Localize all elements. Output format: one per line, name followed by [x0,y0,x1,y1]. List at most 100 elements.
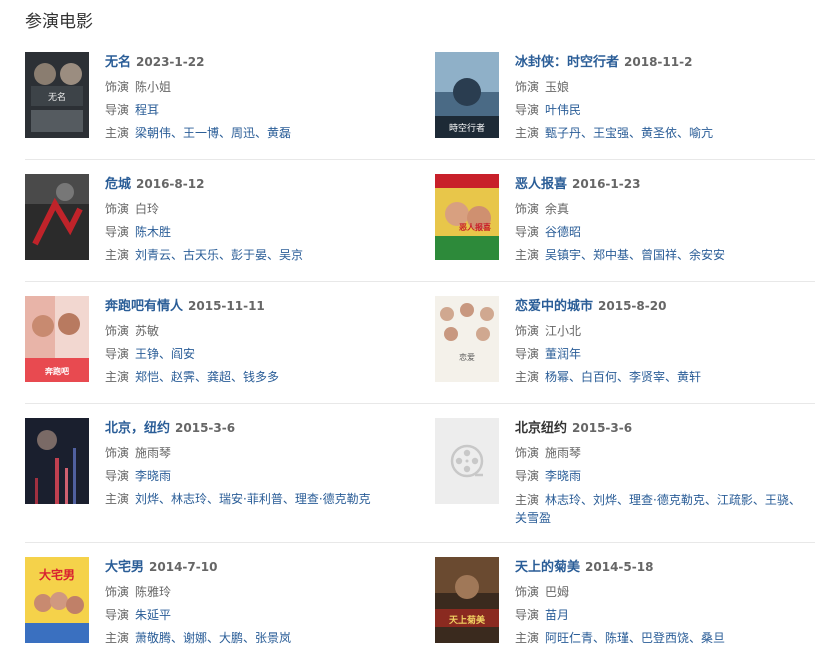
movie-poster[interactable]: 恋爱 [435,296,499,382]
movie-card: 恋爱 恋爱中的城市 2015-8-20 饰演 江小北 导演 董润年 主演 杨幂、白百何、… [435,282,815,403]
director-label: 导演 [515,103,540,117]
movie-date: 2014-5-18 [585,560,654,574]
cast-links[interactable]: 甄子丹、王宝强、黄圣依、喻亢 [545,126,713,140]
movie-row: 无名 无名 2023-1-22 饰演 陈小姐 导演 程耳 主演 梁朝伟、王一博、周迅、黄… [25,50,815,160]
role-value: 苏敏 [135,324,160,338]
movie-row: 北京，纽约 2015-3-6 饰演 施雨琴 导演 李晓雨 主演 刘烨、林志玲、瑞安·菲利… [25,404,815,543]
cast-label: 主演 [515,126,540,140]
movie-date: 2018-11-2 [624,55,693,69]
role-value: 巴姆 [545,585,570,599]
role-label: 饰演 [105,80,130,94]
svg-text:恋爱: 恋爱 [459,352,475,362]
director-label: 导演 [515,608,540,622]
movie-card: 天上菊美 天上的菊美 2014-5-18 饰演 巴姆 导演 苗月 主演 阿旺仁青、陈瑾、… [435,543,815,645]
cast-links[interactable]: 梁朝伟、王一博、周迅、黄磊 [135,126,291,140]
movie-poster[interactable] [435,418,499,504]
movie-row: 奔跑吧 奔跑吧有情人 2015-11-11 饰演 苏敏 导演 王铮、阎安 主演 郑恺、赵… [25,282,815,404]
director-link[interactable]: 王铮、阎安 [135,347,195,361]
role-value: 江小北 [545,324,582,338]
cast-links[interactable]: 阿旺仁青、陈瑾、巴登西饶、桑旦 [545,631,725,645]
movie-card: 奔跑吧 奔跑吧有情人 2015-11-11 饰演 苏敏 导演 王铮、阎安 主演 郑恺、赵… [25,282,435,403]
movie-title-link[interactable]: 北京，纽约 [105,421,170,436]
svg-text:奔跑吧: 奔跑吧 [44,366,69,376]
director-link[interactable]: 程耳 [135,103,159,117]
svg-text:无名: 无名 [48,91,66,103]
cast-label: 主演 [515,248,540,262]
movie-card: 時空行者 冰封侠：时空行者 2018-11-2 饰演 玉娘 导演 叶伟民 主演 甄子丹、… [435,50,815,159]
movie-row: 大宅男 大宅男 2014-7-10 饰演 陈雅玲 导演 朱延平 主演 萧敬腾、谢娜、大鹏… [25,543,815,645]
movie-poster[interactable]: 奔跑吧 [25,296,89,382]
cast-links[interactable]: 杨幂、白百何、李贤宰、黄轩 [545,370,701,384]
movie-date: 2016-1-23 [572,177,641,191]
svg-text:恶人报喜: 恶人报喜 [459,222,491,232]
cast-links[interactable]: 刘青云、古天乐、彭于晏、吴京 [135,248,303,262]
cast-links[interactable]: 吴镇宇、郑中基、曾国祥、余安安 [545,248,725,262]
movie-date: 2023-1-22 [136,55,205,69]
director-link[interactable]: 董润年 [545,347,581,361]
role-label: 饰演 [105,202,130,216]
cast-label: 主演 [105,631,130,645]
movie-grid: 无名 无名 2023-1-22 饰演 陈小姐 导演 程耳 主演 梁朝伟、王一博、周迅、黄… [25,50,815,645]
movie-date: 2014-7-10 [149,560,218,574]
role-label: 饰演 [515,324,540,338]
movie-card: 北京纽约 2015-3-6 饰演 施雨琴 导演 李晓雨 主演 林志玲、刘烨、理查·德克勒… [435,404,815,542]
cast-links[interactable]: 刘烨、林志玲、瑞安·菲利普、理查·德克勒克 [135,492,371,506]
movie-poster[interactable] [25,174,89,260]
movie-card: 大宅男 大宅男 2014-7-10 饰演 陈雅玲 导演 朱延平 主演 萧敬腾、谢娜、大鹏… [25,543,435,645]
director-link[interactable]: 陈木胜 [135,225,171,239]
director-link[interactable]: 叶伟民 [545,103,581,117]
role-value: 陈小姐 [135,80,172,94]
svg-text:大宅男: 大宅男 [39,567,75,582]
cast-label: 主演 [515,631,540,645]
director-label: 导演 [105,469,130,483]
movie-title-link[interactable]: 大宅男 [105,560,144,575]
movie-date: 2015-3-6 [572,421,633,435]
movie-date: 2016-8-12 [136,177,205,191]
role-label: 饰演 [515,80,540,94]
movie-poster[interactable]: 恶人报喜 [435,174,499,260]
role-value: 白玲 [135,202,160,216]
movie-date: 2015-3-6 [175,421,236,435]
cast-label: 主演 [105,492,130,506]
director-link[interactable]: 李晓雨 [545,469,581,483]
movie-poster[interactable]: 无名 [25,52,89,138]
film-reel-placeholder-icon [435,418,499,504]
movie-title-link[interactable]: 冰封侠：时空行者 [515,55,619,70]
cast-links[interactable]: 林志玲、刘烨、理查·德克勒克、江疏影、王骁、 [545,493,801,507]
role-value: 余真 [545,202,570,216]
movie-poster[interactable]: 時空行者 [435,52,499,138]
role-label: 饰演 [515,446,540,460]
movie-poster[interactable]: 天上菊美 [435,557,499,643]
movie-title-link[interactable]: 天上的菊美 [515,560,580,575]
movie-title-link[interactable]: 北京纽约 [515,421,567,436]
director-link[interactable]: 朱延平 [135,608,171,622]
movie-poster[interactable] [25,418,89,504]
director-label: 导演 [105,225,130,239]
movie-card: 恶人报喜 恶人报喜 2016-1-23 饰演 余真 导演 谷德昭 主演 吴镇宇、郑中基、… [435,160,815,281]
role-value: 施雨琴 [545,446,582,460]
movie-title-link[interactable]: 无名 [105,55,131,70]
cast-label: 主演 [515,370,540,384]
role-label: 饰演 [515,585,540,599]
director-link[interactable]: 李晓雨 [135,469,171,483]
movie-title-link[interactable]: 恋爱中的城市 [515,299,593,314]
director-link[interactable]: 谷德昭 [545,225,581,239]
role-value: 施雨琴 [135,446,172,460]
cast-links[interactable]: 郑恺、赵霁、龚超、钱多多 [135,370,279,384]
director-link[interactable]: 苗月 [545,608,569,622]
cast-label: 主演 [515,493,540,507]
director-label: 导演 [105,608,130,622]
page-title: 参演电影 [25,12,93,32]
cast-label: 主演 [105,126,130,140]
cast-label: 主演 [105,370,130,384]
director-label: 导演 [515,225,540,239]
cast-links[interactable]: 萧敬腾、谢娜、大鹏、张景岚 [135,631,291,645]
movie-row: 危城 2016-8-12 饰演 白玲 导演 陈木胜 主演 刘青云、古天乐、彭于晏、吴京 … [25,160,815,282]
movie-title-link[interactable]: 恶人报喜 [515,177,567,192]
cast-links-continued[interactable]: 关雪盈 [515,511,551,525]
movie-title-link[interactable]: 危城 [105,177,131,192]
movie-poster[interactable]: 大宅男 [25,557,89,643]
movie-title-link[interactable]: 奔跑吧有情人 [105,299,183,314]
cast-label: 主演 [105,248,130,262]
director-label: 导演 [105,103,130,117]
